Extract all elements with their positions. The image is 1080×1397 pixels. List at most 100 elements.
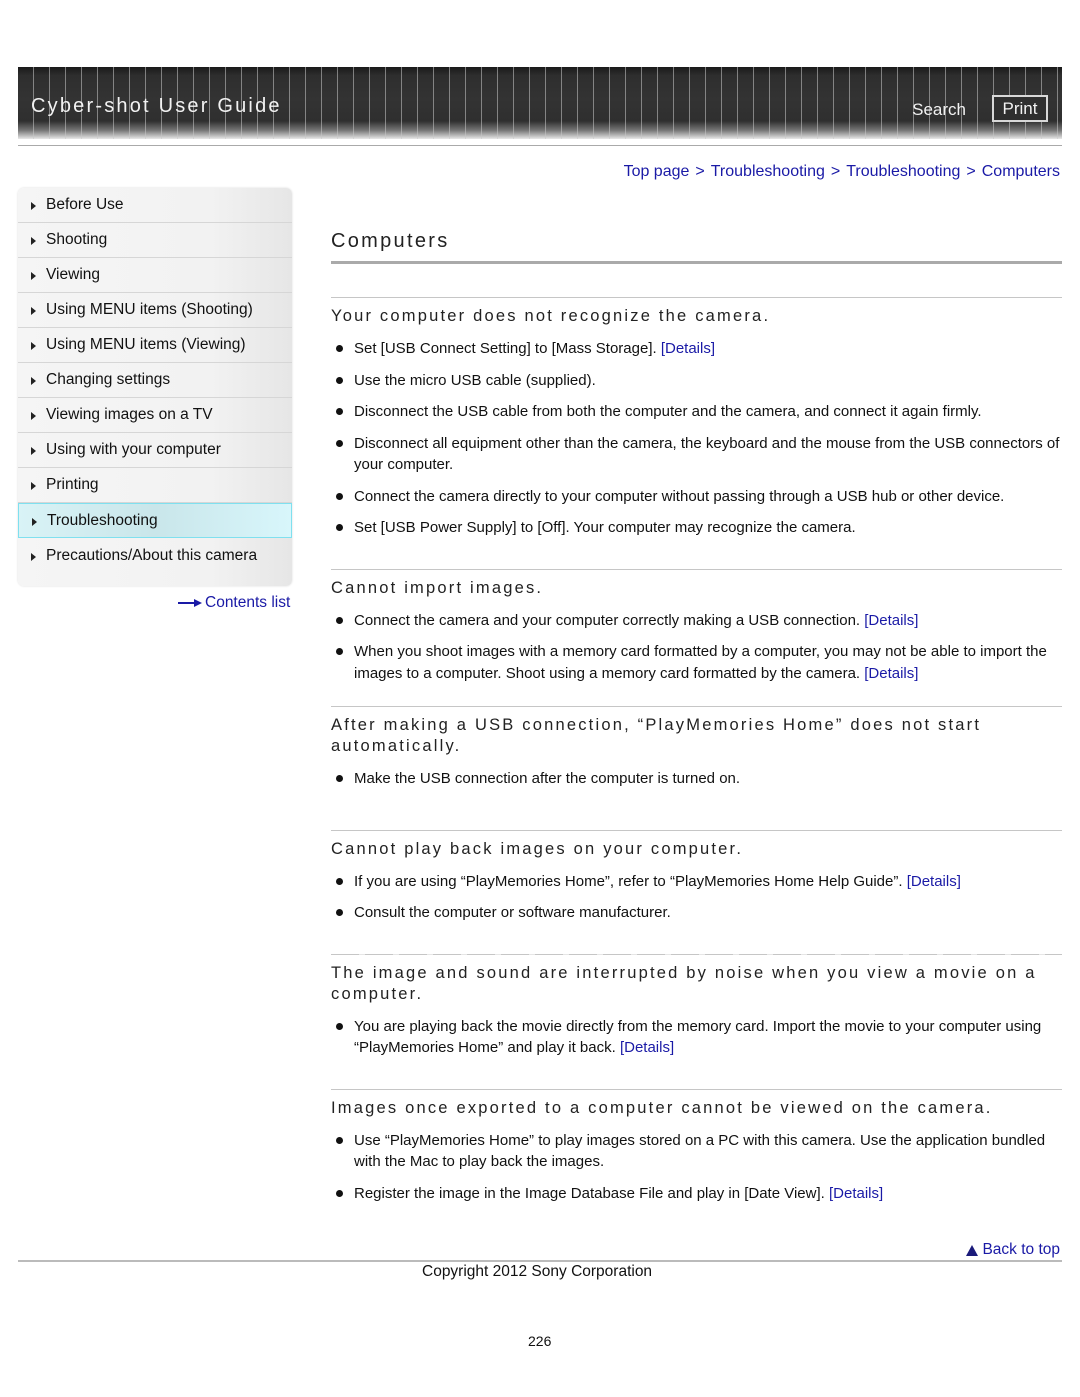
- contents-list-link[interactable]: Contents list: [178, 594, 290, 612]
- arrow-right-icon: [178, 599, 202, 607]
- triangle-right-icon: [31, 307, 36, 315]
- breadcrumb-computers[interactable]: Computers: [982, 163, 1060, 180]
- sidebar-item-label: Before Use: [46, 196, 124, 213]
- breadcrumb-troubleshooting[interactable]: Troubleshooting: [711, 163, 825, 180]
- sidebar-item-label: Troubleshooting: [47, 511, 158, 529]
- breadcrumb-separator: >: [830, 163, 841, 180]
- solution-list: Set [USB Connect Setting] to [Mass Stora…: [331, 338, 1062, 539]
- page-number: 226: [528, 1333, 552, 1349]
- solution-item: Make the USB connection after the comput…: [331, 768, 1062, 790]
- triangle-right-icon: [31, 412, 36, 420]
- sidebar-item-label: Using with your computer: [46, 441, 221, 458]
- triangle-right-icon: [31, 202, 36, 210]
- title-divider: [331, 261, 1062, 264]
- search-link[interactable]: Search: [912, 100, 966, 120]
- details-link[interactable]: [Details]: [907, 873, 961, 890]
- solution-text: You are playing back the movie directly …: [354, 1017, 1042, 1057]
- bullet-icon: [336, 345, 343, 352]
- solution-item: Connect the camera and your computer cor…: [331, 610, 1062, 632]
- sidebar-item-using-menu-items-viewing[interactable]: Using MENU items (Viewing): [18, 328, 292, 363]
- bullet-icon: [336, 524, 343, 531]
- solution-text: Make the USB connection after the comput…: [354, 770, 741, 787]
- sidebar-item-using-with-your-computer[interactable]: Using with your computer: [18, 433, 292, 468]
- solution-item: Use “PlayMemories Home” to play images s…: [331, 1130, 1062, 1173]
- sidebar-item-viewing[interactable]: Viewing: [18, 258, 292, 293]
- section-title: Images once exported to a computer canno…: [331, 1098, 993, 1117]
- back-to-top-link[interactable]: Back to top: [966, 1241, 1060, 1259]
- section-divider: [331, 297, 1062, 298]
- solution-list: Make the USB connection after the comput…: [331, 768, 1062, 790]
- solution-text: Set [USB Power Supply] to [Off]. Your co…: [354, 519, 856, 536]
- section-title: Your computer does not recognize the cam…: [331, 307, 771, 325]
- bullet-icon: [336, 648, 343, 655]
- solution-list: Use “PlayMemories Home” to play images s…: [331, 1130, 1062, 1205]
- bullet-icon: [336, 408, 343, 415]
- bullet-icon: [336, 376, 343, 384]
- print-button[interactable]: Print: [992, 95, 1048, 122]
- solution-text: Set [USB Connect Setting] to [Mass Stora…: [354, 340, 661, 357]
- details-link[interactable]: [Details]: [661, 340, 715, 357]
- header-divider: [18, 145, 1062, 146]
- details-link[interactable]: [Details]: [864, 612, 918, 629]
- solution-text: Use “PlayMemories Home” to play images s…: [354, 1131, 1046, 1171]
- bullet-icon: [336, 492, 343, 500]
- sidebar-item-troubleshooting[interactable]: Troubleshooting: [18, 503, 292, 538]
- troubleshooting-section: Cannot import images. Connect the camera …: [331, 568, 1062, 685]
- sidebar-item-label: Printing: [46, 476, 99, 493]
- details-link[interactable]: [Details]: [829, 1185, 883, 1202]
- details-link[interactable]: [Details]: [620, 1039, 674, 1056]
- triangle-right-icon: [31, 272, 36, 280]
- section-divider: [331, 953, 1062, 955]
- breadcrumb-troubleshooting-sub[interactable]: Troubleshooting: [846, 163, 960, 180]
- triangle-right-icon: [31, 482, 36, 490]
- sidebar-item-changing-settings[interactable]: Changing settings: [18, 363, 292, 398]
- solution-list: If you are using “PlayMemories Home”, re…: [331, 871, 1062, 924]
- breadcrumb-top-page[interactable]: Top page: [624, 163, 690, 180]
- solution-item: Disconnect all equipment other than the …: [331, 433, 1062, 476]
- bullet-icon: [336, 775, 343, 782]
- sidebar-item-label: Shooting: [46, 231, 108, 248]
- main-content: Computers Your computer does not recogni…: [331, 224, 1062, 1214]
- solution-item: Connect the camera directly to your comp…: [331, 486, 1062, 508]
- solution-item: Register the image in the Image Database…: [331, 1183, 1062, 1205]
- troubleshooting-section: Images once exported to a computer canno…: [331, 1088, 1062, 1205]
- sidebar-item-printing[interactable]: Printing: [18, 468, 292, 503]
- sidebar-item-viewing-images-on-a-tv[interactable]: Viewing images on a TV: [18, 398, 292, 433]
- header-bar: Cyber-shot User Guide Search Print: [18, 67, 1062, 139]
- sidebar-item-before-use[interactable]: Before Use: [18, 188, 292, 223]
- triangle-right-icon: [31, 447, 36, 455]
- solution-item: You are playing back the movie directly …: [331, 1016, 1062, 1059]
- sidebar-item-label: Using MENU items (Shooting): [46, 301, 253, 318]
- section-divider: [331, 706, 1062, 707]
- triangle-right-icon: [31, 237, 36, 245]
- site-title: Cyber-shot User Guide: [31, 95, 282, 117]
- solution-item: Use the micro USB cable (supplied).: [331, 370, 1062, 392]
- sidebar-item-label: Precautions/About this camera: [46, 546, 258, 564]
- sidebar-nav: Before Use Shooting Viewing Using MENU item…: [18, 188, 292, 586]
- bullet-icon: [336, 439, 343, 447]
- details-link[interactable]: [Details]: [864, 665, 918, 682]
- solution-item: If you are using “PlayMemories Home”, re…: [331, 871, 1062, 893]
- solution-text: When you shoot images with a memory card…: [354, 643, 1047, 682]
- section-title: Cannot play back images on your computer…: [331, 839, 744, 858]
- solution-text: Connect the camera directly to your comp…: [354, 487, 1005, 505]
- sidebar-item-shooting[interactable]: Shooting: [18, 223, 292, 258]
- triangle-right-icon: [31, 552, 36, 561]
- sidebar-item-using-menu-items-shooting[interactable]: Using MENU items (Shooting): [18, 293, 292, 328]
- page-title: Computers: [331, 230, 450, 252]
- sidebar-item-label: Viewing: [46, 266, 101, 283]
- troubleshooting-section: The image and sound are interrupted by n…: [331, 953, 1062, 1059]
- section-title: After making a USB connection, “PlayMemo…: [331, 716, 982, 755]
- sidebar-item-label: Changing settings: [46, 371, 171, 388]
- solution-item: Disconnect the USB cable from both the c…: [331, 401, 1062, 423]
- sidebar-item-precautions-about-this-camera[interactable]: Precautions/About this camera: [18, 538, 292, 573]
- solution-list: You are playing back the movie directly …: [331, 1016, 1062, 1059]
- section-divider: [331, 1088, 1062, 1090]
- triangle-right-icon: [32, 517, 37, 526]
- copyright-text: Copyright 2012 Sony Corporation: [422, 1263, 653, 1280]
- section-divider: [331, 568, 1062, 570]
- breadcrumb-separator: >: [966, 163, 976, 180]
- solution-text: Use the micro USB cable (supplied).: [354, 371, 596, 389]
- bullet-icon: [336, 877, 343, 885]
- triangle-up-icon: [966, 1244, 979, 1256]
